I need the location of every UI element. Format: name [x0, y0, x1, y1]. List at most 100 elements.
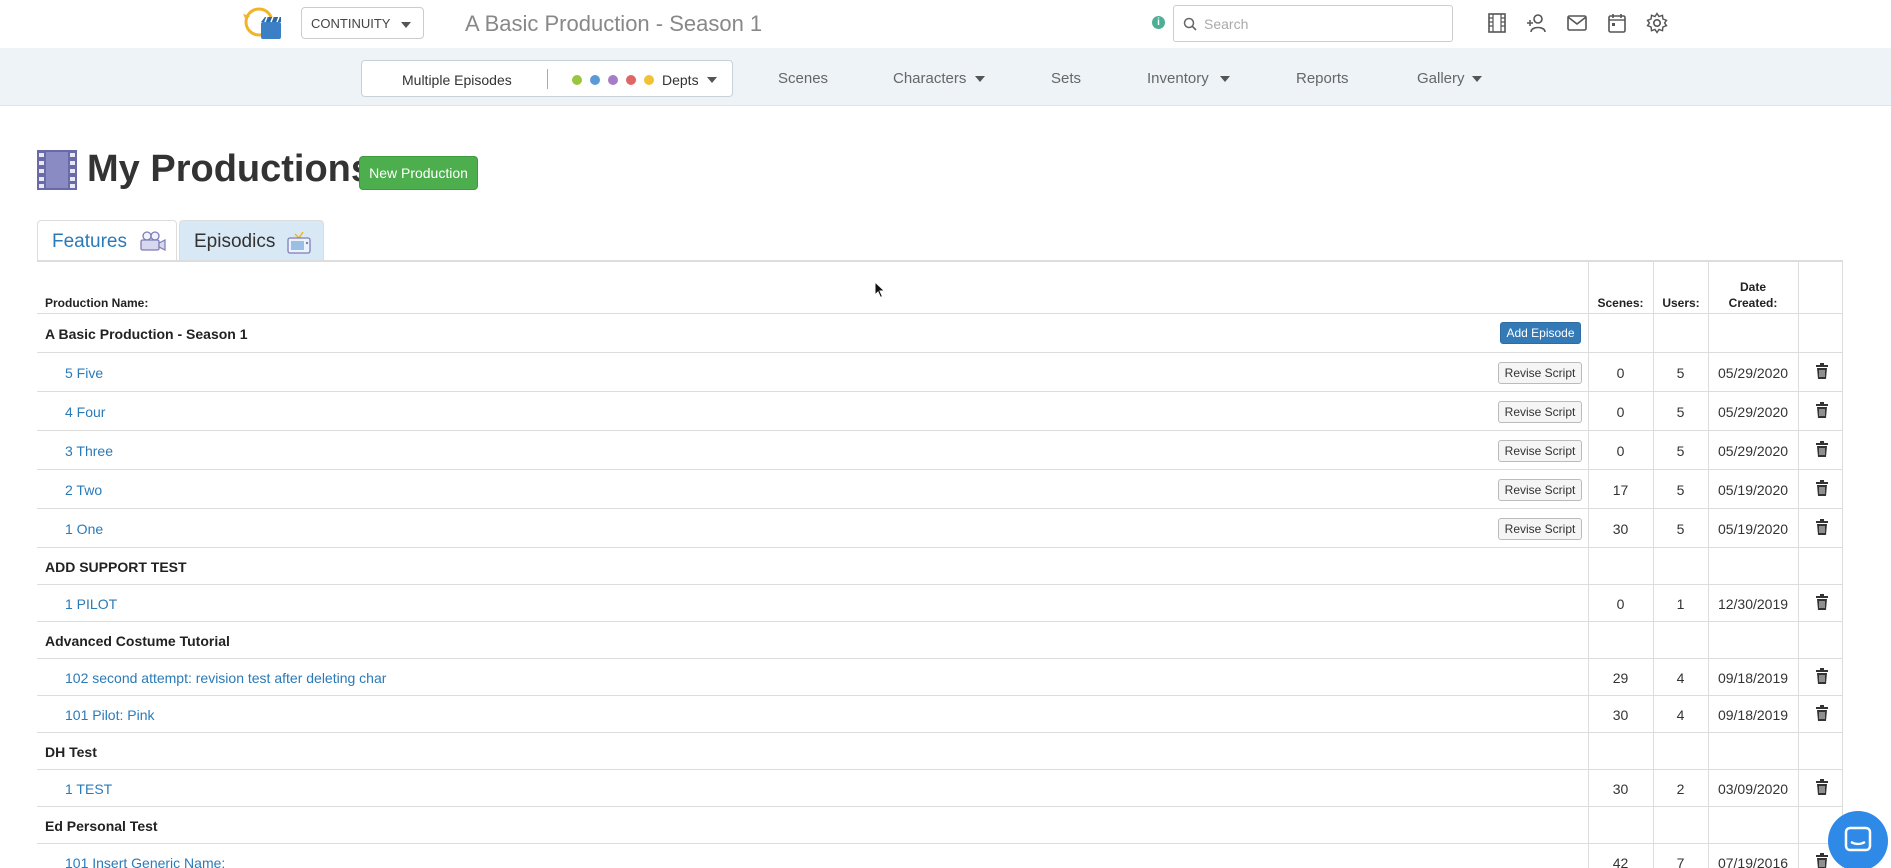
nav-item-scenes[interactable]: Scenes: [778, 70, 828, 87]
trash-icon[interactable]: [1815, 402, 1829, 418]
film-strip-icon: [37, 150, 77, 190]
episode-dept-selector[interactable]: Multiple Episodes Depts: [361, 60, 733, 97]
scenes-count: 42: [1612, 855, 1629, 868]
group-row: DH Test: [37, 733, 1843, 770]
trash-icon[interactable]: [1815, 480, 1829, 496]
trash-icon[interactable]: [1815, 441, 1829, 457]
mail-icon[interactable]: [1566, 12, 1588, 34]
table-cell: [1588, 548, 1653, 584]
current-production-title: A Basic Production - Season 1: [465, 11, 763, 36]
episode-link[interactable]: 101 Pilot: Pink: [65, 707, 155, 723]
tab-episodics[interactable]: Episodics: [179, 220, 324, 260]
users-count: 5: [1676, 404, 1685, 420]
episode-link[interactable]: 4 Four: [65, 404, 105, 420]
trash-icon[interactable]: [1815, 519, 1829, 535]
episode-link[interactable]: 102 second attempt: revision test after …: [65, 670, 386, 686]
add-user-icon[interactable]: [1526, 12, 1548, 34]
scenes-count: 0: [1616, 404, 1625, 420]
date-created: 09/18/2019: [1717, 670, 1789, 686]
episode-link[interactable]: 2 Two: [65, 482, 102, 498]
trash-icon[interactable]: [1815, 853, 1829, 868]
date-created: 05/29/2020: [1717, 404, 1789, 420]
multiple-episodes-button[interactable]: Multiple Episodes: [402, 72, 512, 88]
episode-link[interactable]: 5 Five: [65, 365, 103, 381]
dept-color-dot: [608, 75, 618, 85]
film-icon[interactable]: [1486, 12, 1508, 34]
table-cell: [1653, 622, 1708, 658]
table-row: 2 Two Revise Script 17 5 05/19/2020: [37, 470, 1843, 509]
gear-icon[interactable]: [1646, 12, 1668, 34]
chevron-down-icon: [401, 22, 411, 28]
depts-dropdown-label[interactable]: Depts: [662, 72, 699, 88]
calendar-icon[interactable]: [1606, 12, 1628, 34]
nav-item-gallery[interactable]: Gallery: [1417, 70, 1465, 87]
users-count: 5: [1676, 521, 1685, 537]
episode-link[interactable]: 1 TEST: [65, 781, 112, 797]
table-row: 1 PILOT 0 1 12/30/2019: [37, 585, 1843, 622]
episode-link[interactable]: 1 One: [65, 521, 103, 537]
revise-script-button[interactable]: Revise Script: [1498, 362, 1582, 384]
users-count: 1: [1676, 596, 1685, 612]
new-production-button[interactable]: New Production: [359, 156, 478, 190]
header-cell: [1798, 262, 1843, 313]
app-logo-icon[interactable]: [243, 6, 283, 42]
search-field[interactable]: [1173, 5, 1453, 42]
table-cell: [1708, 733, 1798, 769]
date-created: 07/19/2016: [1717, 855, 1789, 868]
add-episode-button[interactable]: Add Episode: [1500, 322, 1581, 344]
group-row: Advanced Costume Tutorial: [37, 622, 1843, 659]
revise-script-button[interactable]: Revise Script: [1498, 401, 1582, 423]
chevron-down-icon: [707, 77, 717, 83]
table-cell: [1588, 733, 1653, 769]
users-count: 5: [1676, 443, 1685, 459]
table-cell: [1798, 733, 1843, 769]
nav-item-inventory[interactable]: Inventory: [1147, 70, 1209, 87]
table-row: 1 One Revise Script 30 5 05/19/2020: [37, 509, 1843, 548]
episode-link[interactable]: 1 PILOT: [65, 596, 117, 612]
trash-icon[interactable]: [1815, 668, 1829, 684]
dept-color-dot: [626, 75, 636, 85]
search-input[interactable]: [1204, 14, 1444, 34]
search-icon: [1183, 17, 1197, 31]
users-count: 7: [1676, 855, 1685, 868]
tab-features[interactable]: Features: [37, 220, 177, 260]
production-group-name: Advanced Costume Tutorial: [45, 633, 230, 649]
top-bar: CONTINUITY A Basic Production - Season 1…: [0, 0, 1891, 48]
page-title: My Productions: [87, 148, 373, 190]
scenes-count: 0: [1616, 596, 1625, 612]
app-selector-dropdown[interactable]: CONTINUITY: [301, 7, 424, 39]
column-header-scenes: Scenes:: [1597, 296, 1644, 310]
group-row: ADD SUPPORT TEST: [37, 548, 1843, 585]
production-group-name: A Basic Production - Season 1: [45, 326, 248, 342]
scenes-count: 30: [1612, 707, 1629, 723]
episode-link[interactable]: 101 Insert Generic Name:: [65, 855, 225, 868]
date-created: 05/29/2020: [1717, 443, 1789, 459]
table-cell: [1588, 622, 1653, 658]
table-cell: [1708, 622, 1798, 658]
date-created: 12/30/2019: [1717, 596, 1789, 612]
trash-icon[interactable]: [1815, 779, 1829, 795]
dept-color-dot: [572, 75, 582, 85]
nav-item-sets[interactable]: Sets: [1051, 70, 1081, 87]
trash-icon[interactable]: [1815, 594, 1829, 610]
chat-support-button[interactable]: [1828, 811, 1888, 868]
trash-icon[interactable]: [1815, 363, 1829, 379]
info-icon[interactable]: i: [1152, 16, 1165, 29]
revise-script-button[interactable]: Revise Script: [1498, 479, 1582, 501]
revise-script-button[interactable]: Revise Script: [1498, 440, 1582, 462]
scenes-count: 0: [1616, 365, 1625, 381]
trash-icon[interactable]: [1815, 705, 1829, 721]
production-group-name: ADD SUPPORT TEST: [45, 559, 187, 575]
tv-icon: [287, 231, 311, 254]
table-cell: [1653, 314, 1708, 352]
table-cell: [1798, 548, 1843, 584]
scenes-count: 0: [1616, 443, 1625, 459]
table-row: 101 Pilot: Pink 30 4 09/18/2019: [37, 696, 1843, 733]
nav-item-characters[interactable]: Characters: [893, 70, 966, 87]
tab-episodics-label: Episodics: [194, 231, 276, 252]
revise-script-button[interactable]: Revise Script: [1498, 518, 1582, 540]
nav-item-reports[interactable]: Reports: [1296, 70, 1349, 87]
episode-link[interactable]: 3 Three: [65, 443, 113, 459]
app-selector-label: CONTINUITY: [311, 16, 391, 31]
dept-color-dot: [644, 75, 654, 85]
